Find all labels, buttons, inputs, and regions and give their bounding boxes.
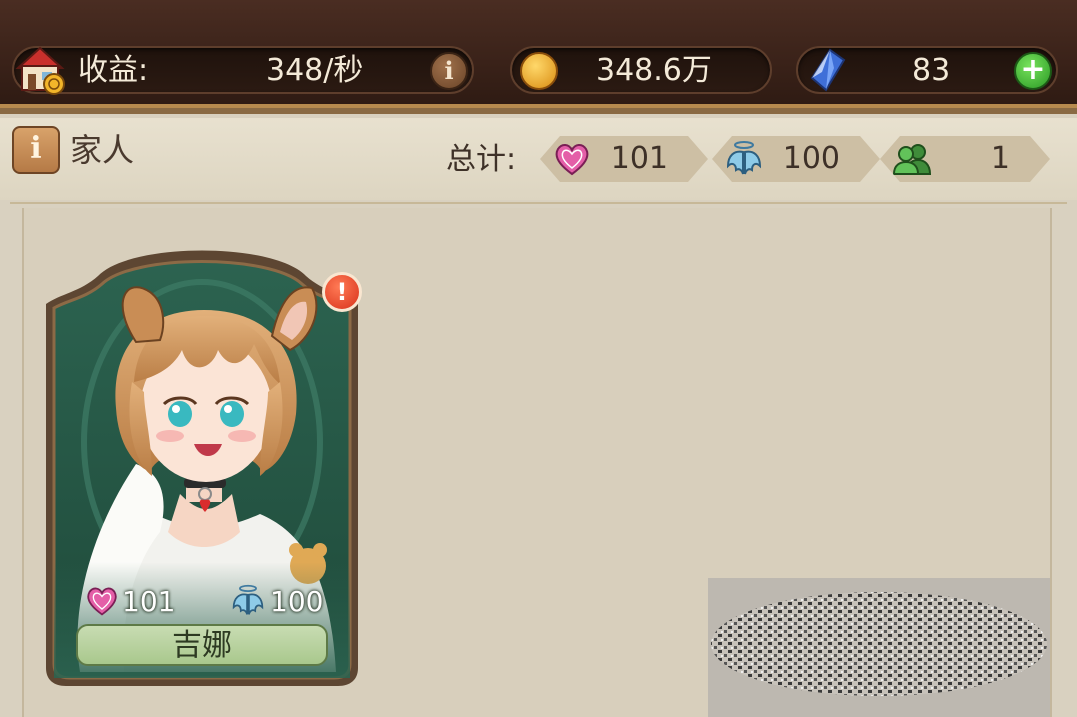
resource-bar: 收益: 348/秒 i 348.6万 83 +: [0, 0, 1077, 114]
angel-total-value: 100: [782, 141, 840, 176]
character-card[interactable]: 101 100 吉娜: [40, 232, 364, 690]
character-name-plate: 吉娜: [76, 624, 328, 666]
gold-coin-icon: [520, 52, 558, 90]
heart-icon: [87, 587, 117, 616]
house-coin-icon: [15, 46, 65, 95]
page-title: 家人: [70, 131, 135, 169]
affection-total-tag: 101: [540, 136, 708, 182]
exclamation-icon: !: [322, 272, 362, 312]
info-icon[interactable]: i: [12, 126, 60, 174]
coins-pill: 348.6万: [510, 46, 772, 94]
character-name: 吉娜: [172, 628, 232, 663]
blue-gem-icon: [810, 48, 846, 92]
income-label: 收益:: [78, 53, 149, 88]
character-angel: 100: [270, 585, 324, 618]
income-value: 348/秒: [266, 53, 364, 88]
gems-value: 83: [912, 53, 951, 88]
plus-icon[interactable]: +: [1014, 52, 1052, 90]
obscured-pattern: [708, 578, 1050, 717]
character-affection: 101: [122, 585, 176, 618]
header-divider: [0, 198, 1077, 208]
total-label: 总计:: [446, 142, 517, 177]
coins-value: 348.6万: [596, 53, 712, 88]
angel-total-tag: 100: [712, 136, 880, 182]
affection-total-value: 101: [610, 141, 668, 176]
family-header: i 家人 总计: 101 100 1: [0, 118, 1077, 200]
members-total-value: 1: [990, 141, 1010, 176]
gems-pill: 83 +: [796, 46, 1058, 94]
angel-wings-icon: [232, 584, 264, 615]
members-total-tag: 1: [880, 136, 1050, 182]
info-icon[interactable]: i: [430, 52, 468, 90]
income-pill: 收益: 348/秒 i: [12, 46, 474, 95]
